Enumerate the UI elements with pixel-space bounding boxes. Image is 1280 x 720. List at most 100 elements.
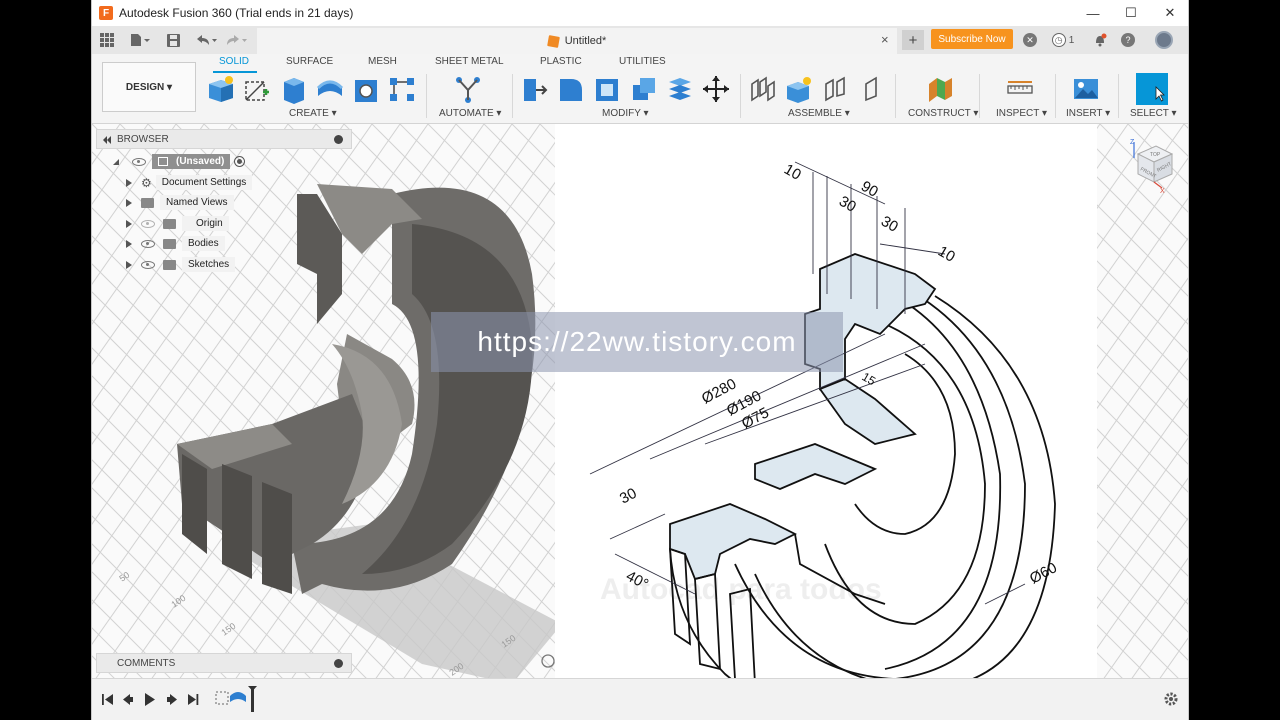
expand-triangle-icon[interactable] (112, 158, 120, 166)
as-built-joint-icon[interactable] (822, 74, 850, 104)
insert-image-icon[interactable] (1072, 74, 1100, 104)
maximize-button[interactable]: ☐ (1111, 0, 1151, 26)
insert-menu[interactable]: INSERT ▾ (1066, 108, 1110, 119)
activate-radio-icon[interactable] (234, 156, 246, 167)
extensions-icon[interactable]: ✕ (1020, 30, 1040, 50)
go-to-end-icon[interactable] (188, 694, 199, 705)
minimize-button[interactable]: — (1073, 0, 1113, 26)
document-title: Untitled* (564, 35, 607, 47)
tab-mesh[interactable]: MESH (368, 56, 397, 67)
folder-icon (141, 197, 154, 208)
save-icon[interactable] (162, 30, 184, 50)
file-menu-icon[interactable] (126, 30, 154, 50)
timeline-settings-gear-icon[interactable] (1163, 691, 1179, 707)
close-tab-button[interactable]: × (881, 32, 889, 47)
user-avatar[interactable] (1152, 30, 1176, 50)
browser-panel-header[interactable]: BROWSER (96, 129, 352, 149)
document-tab[interactable]: Untitled* (257, 28, 897, 54)
visibility-eye-icon[interactable] (141, 260, 155, 269)
play-icon[interactable] (145, 693, 155, 706)
orbit-icon[interactable] (541, 654, 555, 668)
browser-item-sketches[interactable]: Sketches (126, 256, 236, 273)
gear-icon: ⚙ (141, 175, 152, 190)
timeline-marker-icon[interactable] (248, 686, 257, 712)
subscribe-button[interactable]: Subscribe Now (931, 29, 1013, 49)
automate-icon[interactable] (454, 74, 482, 104)
visibility-eye-icon[interactable] (141, 239, 155, 248)
select-icon[interactable] (1136, 73, 1168, 105)
rigid-group-icon[interactable] (858, 74, 886, 104)
timeline-sketch-feature-icon[interactable] (215, 691, 229, 705)
tab-surface[interactable]: SURFACE (286, 56, 333, 67)
folder-icon (163, 238, 176, 249)
browser-item-origin[interactable]: Origin (126, 215, 229, 232)
expand-triangle-icon[interactable] (126, 239, 132, 248)
tab-solid[interactable]: SOLID (219, 56, 249, 67)
measure-icon[interactable] (1006, 74, 1034, 104)
combine-icon[interactable] (630, 74, 658, 104)
tab-plastic[interactable]: PLASTIC (540, 56, 582, 67)
revolve-icon[interactable] (316, 74, 344, 104)
app-grid-icon[interactable] (96, 30, 118, 50)
new-tab-button[interactable]: + (902, 30, 924, 50)
help-icon[interactable]: ? (1118, 30, 1138, 50)
offset-face-icon[interactable] (666, 74, 694, 104)
construct-menu[interactable]: CONSTRUCT ▾ (908, 108, 978, 119)
fillet-icon[interactable] (557, 74, 585, 104)
visibility-eye-icon[interactable] (132, 157, 146, 166)
hidden-eye-icon[interactable] (141, 219, 155, 228)
tab-sheet-metal[interactable]: SHEET METAL (435, 56, 504, 67)
press-pull-icon[interactable] (520, 74, 548, 104)
hole-icon[interactable] (352, 74, 380, 104)
browser-root-item[interactable]: (Unsaved) (112, 153, 246, 170)
inspect-menu[interactable]: INSPECT ▾ (996, 108, 1047, 119)
expand-triangle-icon[interactable] (126, 260, 132, 269)
new-component-assemble-icon[interactable] (785, 74, 813, 104)
viewcube-axis-x: X (1160, 188, 1165, 194)
document-cube-icon (546, 34, 560, 48)
pattern-icon[interactable] (388, 74, 416, 104)
construct-plane-icon[interactable] (926, 74, 954, 104)
extrude-icon[interactable] (280, 74, 308, 104)
browser-item-named-views[interactable]: Named Views (126, 194, 234, 211)
viewcube[interactable]: Z X TOP FRONT RIGHT (1124, 138, 1180, 194)
assemble-menu[interactable]: ASSEMBLE ▾ (788, 108, 850, 119)
workspace-switcher[interactable]: DESIGN ▾ (102, 62, 196, 112)
fusion-logo-icon: F (99, 6, 113, 20)
modify-menu[interactable]: MODIFY ▾ (602, 108, 649, 119)
shell-icon[interactable] (593, 74, 621, 104)
new-component-icon[interactable] (207, 74, 235, 104)
expand-triangle-icon[interactable] (126, 198, 132, 207)
step-forward-icon[interactable] (167, 694, 177, 705)
browser-pin-icon[interactable] (334, 135, 343, 144)
create-menu[interactable]: CREATE ▾ (289, 108, 337, 119)
go-to-start-icon[interactable] (102, 694, 113, 705)
redo-icon[interactable] (222, 30, 250, 50)
dim-15: 15 (860, 369, 879, 388)
select-menu[interactable]: SELECT ▾ (1130, 108, 1177, 119)
browser-item-document-settings[interactable]: ⚙ Document Settings (126, 174, 253, 191)
joint-icon[interactable] (749, 74, 777, 104)
browser-item-bodies[interactable]: Bodies (126, 235, 225, 252)
step-back-icon[interactable] (123, 694, 133, 705)
collapse-panel-icon[interactable] (102, 135, 112, 145)
automate-menu[interactable]: AUTOMATE ▾ (439, 108, 501, 119)
timeline-revolve-feature-icon[interactable] (230, 692, 246, 702)
create-sketch-icon[interactable] (243, 74, 271, 104)
3d-viewport[interactable]: 50 100 150 150 200 Autocad para todos 10… (92, 124, 1188, 678)
url-watermark: https://22ww.tistory.com (431, 312, 843, 372)
expand-triangle-icon[interactable] (126, 178, 132, 187)
browser-item-label: Sketches (182, 257, 236, 272)
close-window-button[interactable]: ✕ (1150, 0, 1188, 26)
grid-line (92, 124, 121, 165)
comments-title: COMMENTS (117, 657, 176, 669)
dim-30-left: 30 (617, 485, 640, 508)
undo-icon[interactable] (192, 30, 220, 50)
job-status-icon[interactable]: ◷ 1 (1049, 30, 1077, 50)
comments-panel-header[interactable]: COMMENTS (96, 653, 352, 673)
tab-utilities[interactable]: UTILITIES (619, 56, 666, 67)
comments-add-icon[interactable] (334, 659, 343, 668)
move-icon[interactable] (702, 74, 730, 104)
expand-triangle-icon[interactable] (126, 219, 132, 228)
notifications-icon[interactable] (1090, 30, 1110, 50)
